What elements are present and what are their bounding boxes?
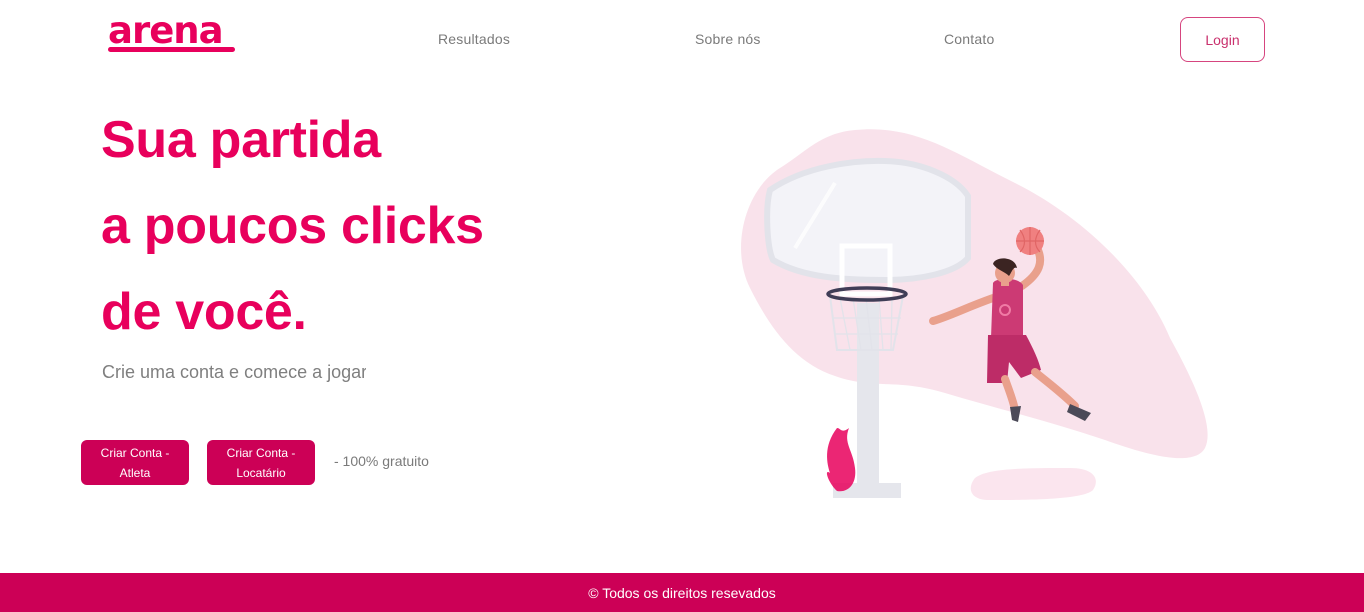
footer: © Todos os direitos resevados [0,573,1364,612]
flame-plant [826,428,856,492]
nav-link-resultados[interactable]: Resultados [438,31,510,47]
basketball-icon [1016,227,1044,255]
floor-shadow [970,468,1096,500]
login-button[interactable]: Login [1180,17,1265,62]
nav-link-contato[interactable]: Contato [944,31,994,47]
hero-subtitle: Crie uma conta e comece a jogar [102,362,366,382]
footer-copyright: © Todos os direitos resevados [588,584,776,601]
hoop-pole [857,303,879,493]
hero-title-line-3: de você. [101,283,307,341]
backboard [764,157,971,284]
arena-logo[interactable]: arena [108,12,224,49]
create-athlete-account-button[interactable]: Criar Conta - Atleta [81,440,189,485]
hero-title-line-2: a poucos clicks [101,197,484,255]
logo-underline [108,47,235,52]
create-renter-account-button[interactable]: Criar Conta - Locatário [207,440,315,485]
basketball-player-dunk-illustration [741,129,1208,500]
free-note: - 100% gratuito [334,453,429,469]
nav-link-sobre-nos[interactable]: Sobre nós [695,31,761,47]
hero-title-line-1: Sua partida [101,111,381,169]
